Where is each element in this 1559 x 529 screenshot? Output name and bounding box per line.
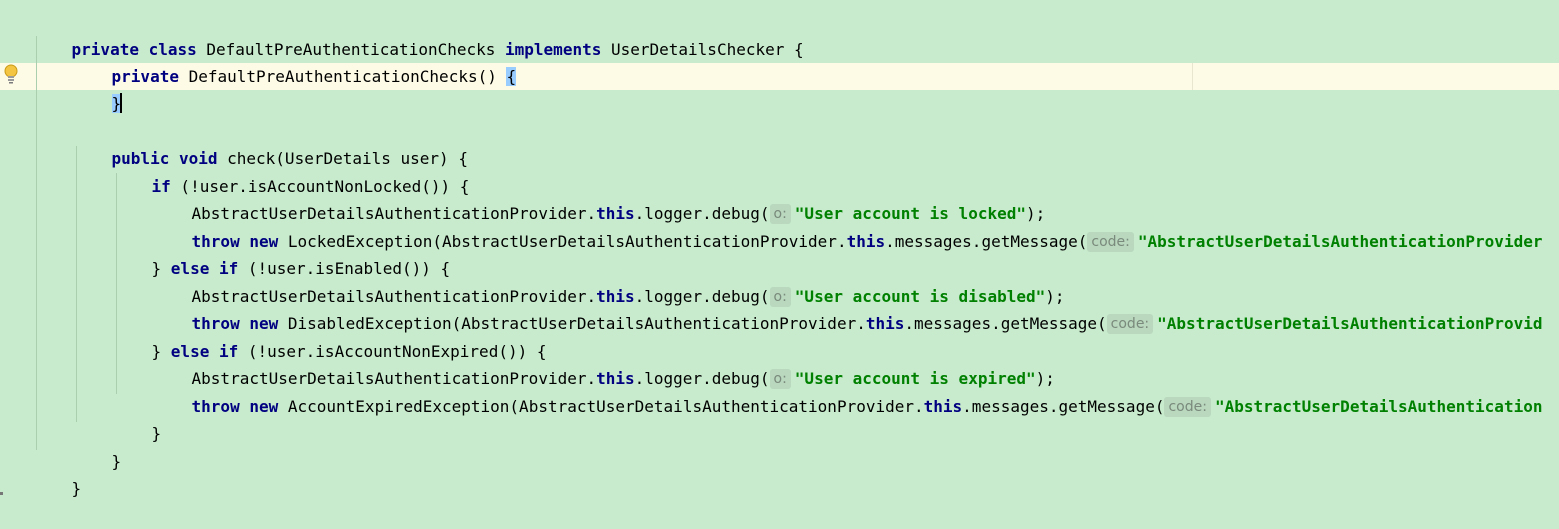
code-line[interactable]: if (!user.isAccountNonLocked()) { [113,146,470,196]
code-text: .messages.getMessage( [885,232,1088,251]
code-string: "AbstractUserDetailsAuthenticationProvid… [1137,232,1543,251]
parameter-hint: code: [1087,232,1134,252]
code-line[interactable]: AbstractUserDetailsAuthenticationProvide… [153,256,1065,307]
code-line[interactable]: } [73,421,122,471]
code-line[interactable]: throw new DisabledException(AbstractUser… [153,283,1542,334]
code-text: AccountExpiredException(AbstractUserDeta… [278,397,924,416]
code-line[interactable]: public void check(UserDetails user) { [73,118,468,168]
parameter-hint: code: [1106,314,1154,334]
code-keyword: implements [505,40,602,59]
code-line[interactable]: AbstractUserDetailsAuthenticationProvide… [153,338,1055,389]
text-caret [120,93,123,113]
code-line[interactable]: } [113,393,162,443]
matched-brace: { [506,67,517,86]
code-text: } [151,424,162,443]
code-line-current[interactable]: } [73,63,123,113]
parameter-hint: code: [1164,397,1211,417]
code-line[interactable]: private class DefaultPreAuthenticationCh… [33,9,804,59]
code-text: .messages.getMessage( [962,397,1165,416]
code-line[interactable]: } else if (!user.isEnabled()) { [113,228,451,278]
lightbulb-icon[interactable] [3,63,19,85]
code-string: "AbstractUserDetailsAuthentication [1214,397,1543,416]
code-line[interactable]: private DefaultPreAuthenticationChecks()… [73,36,517,86]
code-text: } [71,479,82,498]
indent-guide [36,36,37,450]
code-string: "AbstractUserDetailsAuthenticationProvid [1157,314,1543,333]
code-keyword: throw new [191,397,279,416]
code-keyword: this [923,397,963,416]
code-text: } [111,452,122,471]
code-editor[interactable]: private class DefaultPreAuthenticationCh… [0,0,1559,498]
code-text: DefaultPreAuthenticationChecks() [178,67,507,86]
code-text: UserDetailsChecker { [601,40,804,59]
code-line[interactable]: throw new AccountExpiredException(Abstra… [153,366,1542,417]
code-keyword: this [846,232,886,251]
code-keyword: this [865,314,905,333]
right-margin-guide [1192,63,1193,90]
code-line[interactable]: AbstractUserDetailsAuthenticationProvide… [153,173,1045,224]
code-line[interactable]: } else if (!user.isAccountNonExpired()) … [113,311,547,361]
code-line[interactable]: throw new LockedException(AbstractUserDe… [153,201,1542,252]
code-line[interactable]: } [33,448,82,498]
code-text: .messages.getMessage( [904,314,1107,333]
